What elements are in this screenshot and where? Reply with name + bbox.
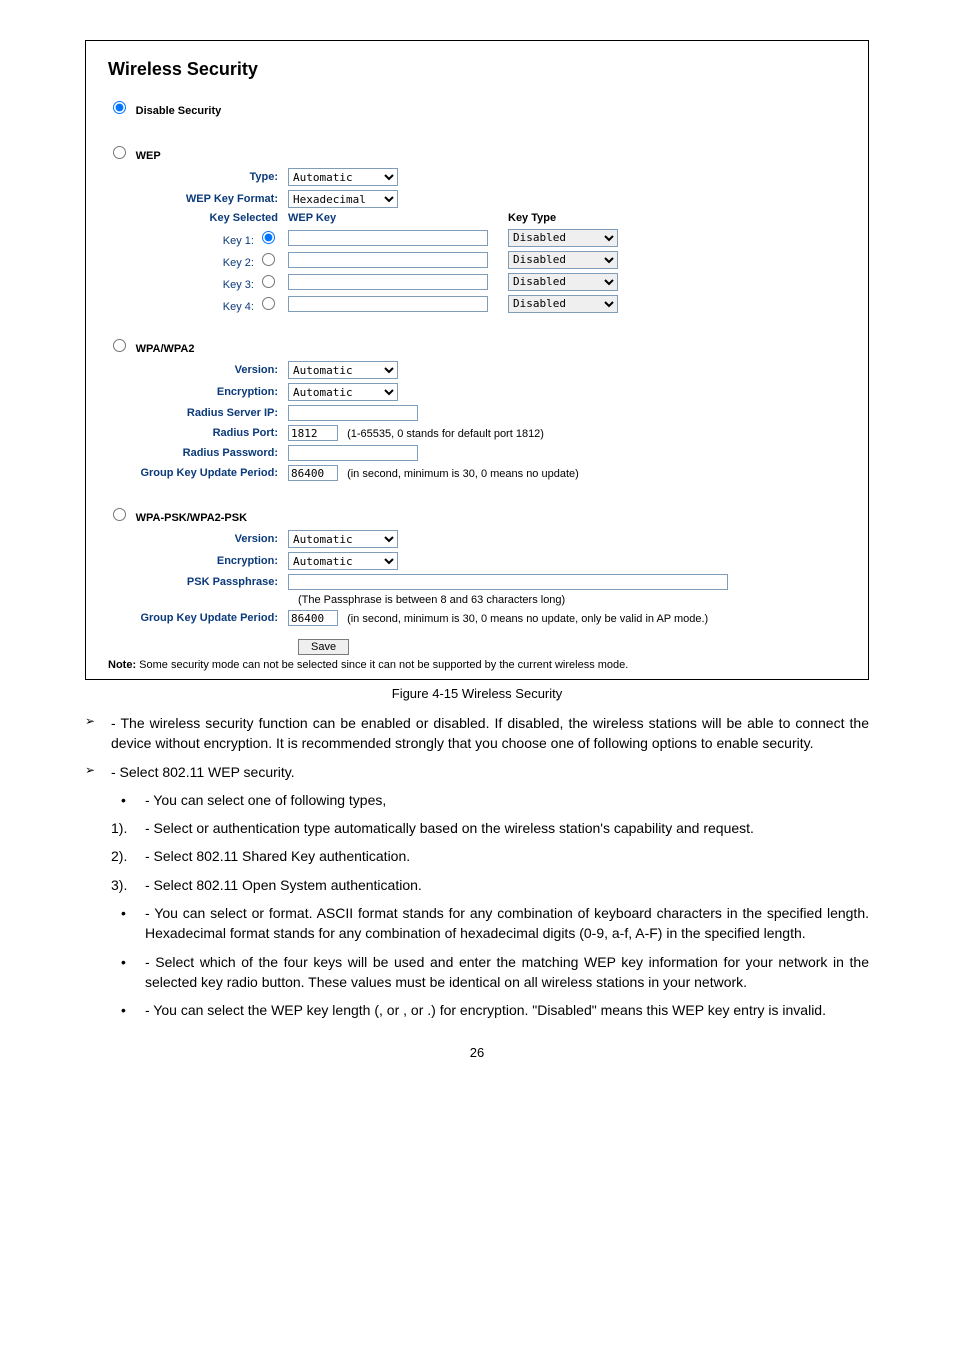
psk-version-select[interactable]: Automatic (288, 530, 398, 548)
wpa-encryption-select[interactable]: Automatic (288, 383, 398, 401)
doc-bullet: - You can select or format. ASCII format… (85, 903, 869, 944)
psk-radio[interactable] (113, 508, 126, 521)
doc-bullet: - You can select one of following types, (85, 790, 869, 810)
wpa-gkup-input[interactable] (288, 465, 338, 481)
wep-radio[interactable] (113, 146, 126, 159)
wep-option[interactable]: WEP (108, 143, 846, 162)
wpa-option[interactable]: WPA/WPA2 (108, 336, 846, 355)
doc-numbered: 1). - Select or authentication type auto… (85, 818, 869, 838)
doc-bullet: - You can select the WEP key length (, o… (85, 1000, 869, 1020)
wep-key-row: Key 3: Disabled (108, 272, 846, 291)
wep-key2-input[interactable] (288, 252, 488, 268)
disable-security-option[interactable]: Disable Security (108, 98, 846, 117)
wep-key-row: Key 1: Disabled (108, 228, 846, 247)
doc-paragraph: - The wireless security function can be … (85, 713, 869, 754)
wep-key2-type-select[interactable]: Disabled (508, 251, 618, 269)
psk-gkup-input[interactable] (288, 610, 338, 626)
psk-encryption-select[interactable]: Automatic (288, 552, 398, 570)
page-number: 26 (85, 1045, 869, 1060)
psk-option[interactable]: WPA-PSK/WPA2-PSK (108, 505, 846, 524)
radius-password-label: Radius Password: (108, 447, 288, 459)
psk-gkup-hint: (in second, minimum is 30, 0 means no up… (347, 613, 708, 625)
wpa-version-label: Version: (108, 364, 288, 376)
wep-type-select[interactable]: Automatic (288, 168, 398, 186)
psk-passphrase-hint: (The Passphrase is between 8 and 63 char… (108, 594, 846, 606)
wep-key4-type-select[interactable]: Disabled (508, 295, 618, 313)
panel-note: Note: Some security mode can not be sele… (108, 659, 846, 671)
radius-port-input[interactable] (288, 425, 338, 441)
wep-key4-input[interactable] (288, 296, 488, 312)
radius-server-ip-label: Radius Server IP: (108, 407, 288, 419)
wireless-security-panel: Wireless Security Disable Security WEP T… (85, 40, 869, 680)
wep-key-row: Key 2: Disabled (108, 250, 846, 269)
wep-key3-radio[interactable] (262, 275, 275, 288)
wep-key3-input[interactable] (288, 274, 488, 290)
psk-encryption-label: Encryption: (108, 555, 288, 567)
wep-key1-type-select[interactable]: Disabled (508, 229, 618, 247)
figure-caption: Figure 4-15 Wireless Security (85, 686, 869, 701)
doc-bullet: - Select which of the four keys will be … (85, 952, 869, 993)
wep-key-label: Key 4: (223, 301, 254, 313)
radius-port-label: Radius Port: (108, 427, 288, 439)
wpa-version-select[interactable]: Automatic (288, 361, 398, 379)
disable-security-radio[interactable] (113, 101, 126, 114)
wpa-gkup-label: Group Key Update Period: (108, 467, 288, 479)
wep-key-label: Key 1: (223, 235, 254, 247)
doc-numbered: 2). - Select 802.11 Shared Key authentic… (85, 846, 869, 866)
doc-numbered: 3). - Select 802.11 Open System authenti… (85, 875, 869, 895)
wep-key4-radio[interactable] (262, 297, 275, 310)
wep-key-grid: Key Selected WEP Key Key Type Key 1: Dis… (108, 212, 846, 313)
key-selected-header: Key Selected (108, 212, 288, 224)
wpa-label: WPA/WPA2 (136, 343, 195, 355)
wpa-encryption-label: Encryption: (108, 386, 288, 398)
disable-security-label: Disable Security (136, 105, 222, 117)
key-type-header: Key Type (508, 212, 556, 224)
document-body: - The wireless security function can be … (85, 713, 869, 1021)
radius-server-ip-input[interactable] (288, 405, 418, 421)
wep-key2-radio[interactable] (262, 253, 275, 266)
wep-key-label: Key 2: (223, 257, 254, 269)
wep-label: WEP (136, 150, 161, 162)
wep-key-label: Key 3: (223, 279, 254, 291)
psk-gkup-label: Group Key Update Period: (108, 612, 288, 624)
wpa-radio[interactable] (113, 339, 126, 352)
psk-passphrase-input[interactable] (288, 574, 728, 590)
psk-label: WPA-PSK/WPA2-PSK (136, 512, 247, 524)
wep-format-select[interactable]: Hexadecimal (288, 190, 398, 208)
wep-format-label: WEP Key Format: (108, 193, 288, 205)
wep-key3-type-select[interactable]: Disabled (508, 273, 618, 291)
radius-password-input[interactable] (288, 445, 418, 461)
wep-key1-input[interactable] (288, 230, 488, 246)
wep-key-header: WEP Key (288, 212, 508, 224)
psk-version-label: Version: (108, 533, 288, 545)
save-button[interactable]: Save (298, 639, 349, 655)
doc-paragraph: - Select 802.11 WEP security. (85, 762, 869, 782)
wep-type-label: Type: (108, 171, 288, 183)
panel-title: Wireless Security (108, 59, 846, 80)
wep-key-row: Key 4: Disabled (108, 294, 846, 313)
psk-passphrase-label: PSK Passphrase: (108, 576, 288, 588)
wep-key1-radio[interactable] (262, 231, 275, 244)
wpa-gkup-hint: (in second, minimum is 30, 0 means no up… (347, 468, 579, 480)
radius-port-hint: (1-65535, 0 stands for default port 1812… (347, 428, 544, 440)
